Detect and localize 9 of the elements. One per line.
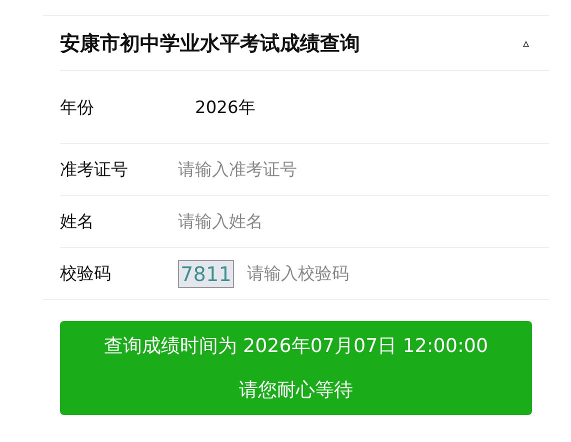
form-title: 安康市初中学业水平考试成绩查询 xyxy=(60,30,360,56)
field-label: 校验码 xyxy=(60,263,112,285)
field-label: 准考证号 xyxy=(60,159,129,181)
captcha-image[interactable]: 7811 xyxy=(178,260,234,288)
collapse-toggle[interactable]: ▵ xyxy=(523,36,549,50)
query-time-notice-button[interactable]: 查询成绩时间为 2026年07月07日 12:00:00 请您耐心等待 xyxy=(60,321,532,415)
field-label: 姓名 xyxy=(60,211,95,233)
field-label: 年份 xyxy=(60,96,95,118)
year-value: 2026年 xyxy=(195,96,256,118)
